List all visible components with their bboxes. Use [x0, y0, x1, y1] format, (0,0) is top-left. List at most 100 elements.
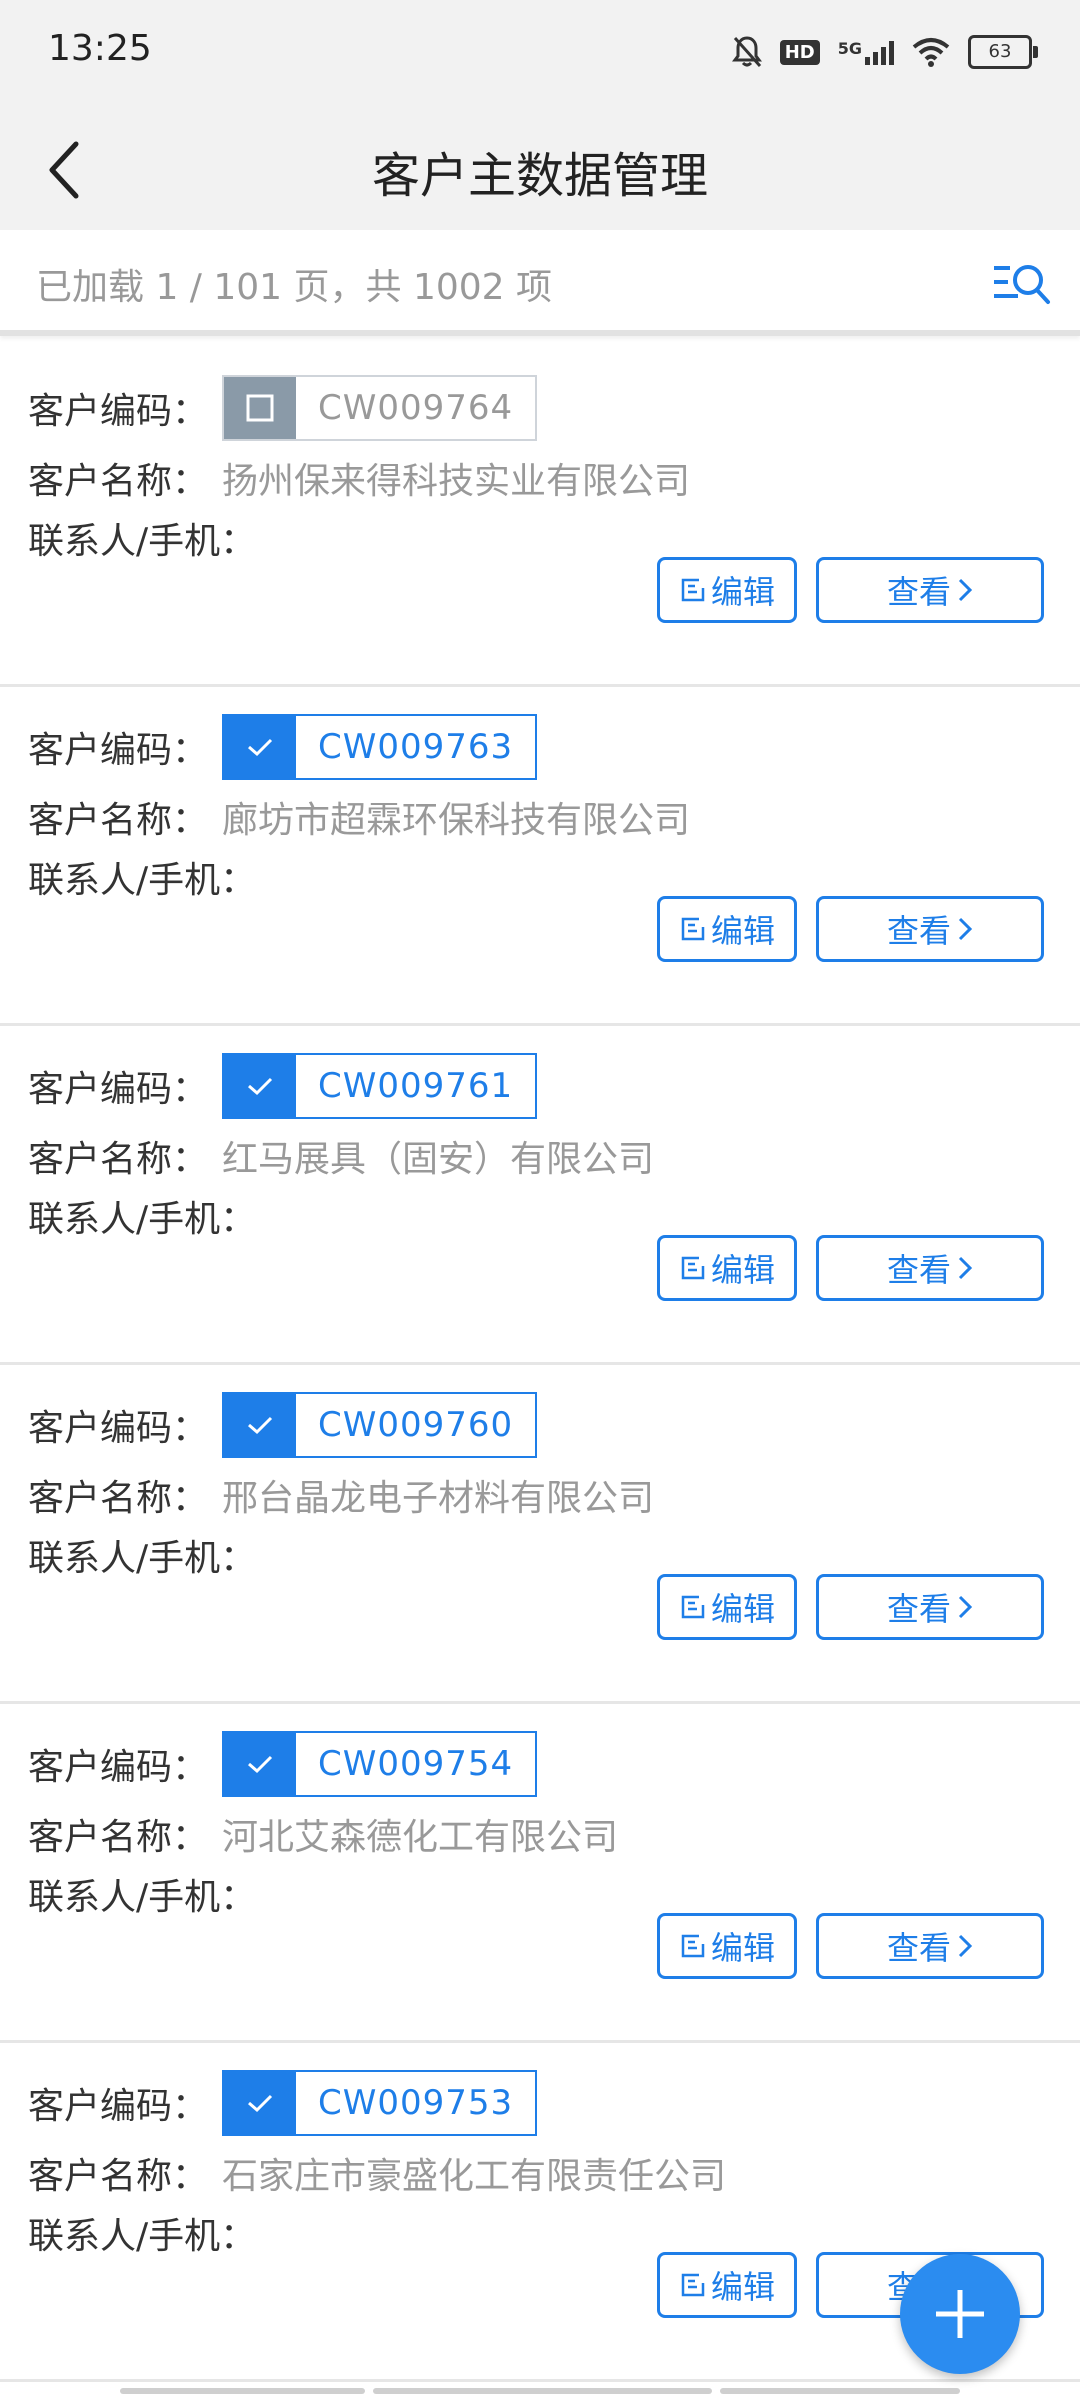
load-status-text: 已加载 1 / 101 页，共 1002 项 [36, 267, 553, 308]
edit-icon [681, 1595, 705, 1619]
customer-code-group[interactable]: CW009764 [222, 375, 538, 441]
customer-name-label: 客户名称： [28, 1817, 209, 1858]
view-button[interactable]: 查看 [816, 1574, 1044, 1640]
filter-search-icon [994, 265, 1050, 304]
customer-name-value: 邢台晶龙电子材料有限公司 [222, 1478, 655, 1519]
view-button-label: 查看 [886, 912, 951, 950]
customer-name-label: 客户名称： [28, 1478, 209, 1519]
chevron-right-icon [958, 1595, 973, 1619]
edit-button[interactable]: 编辑 [657, 1913, 797, 1979]
edit-button-label: 编辑 [710, 1590, 775, 1628]
customer-name-value: 红马展具（固安）有限公司 [222, 1139, 655, 1180]
check-icon [248, 738, 273, 757]
edit-icon [681, 1256, 705, 1280]
customer-code-label: 客户编码： [28, 391, 209, 432]
customer-name-value: 石家庄市豪盛化工有限责任公司 [222, 2156, 727, 2197]
edit-icon [681, 917, 705, 941]
contact-phone-label: 联系人/手机： [28, 860, 257, 901]
edit-button-label: 编辑 [710, 2268, 775, 2306]
customer-code-label: 客户编码： [28, 730, 209, 771]
customer-code-label: 客户编码： [28, 2086, 209, 2127]
edit-button[interactable]: 编辑 [657, 896, 797, 962]
customer-name-label: 客户名称： [28, 2156, 209, 2197]
customer-card: 客户编码： CW009761 客户名称： 红马展具（固安）有限公司 联系人/手机… [0, 1026, 1080, 1365]
chevron-right-icon [958, 917, 973, 941]
empty-checkbox-icon [246, 394, 274, 422]
hd-badge: HD [779, 39, 820, 65]
chevron-right-icon [958, 578, 973, 602]
edit-icon [681, 578, 705, 602]
customer-code-value: CW009753 [318, 2083, 514, 2123]
view-button-label: 查看 [886, 573, 951, 611]
check-icon [248, 1416, 273, 1435]
customer-card: 客户编码： CW009754 客户名称： 河北艾森德化工有限公司 联系人/手机：… [0, 1704, 1080, 2043]
customer-code-label: 客户编码： [28, 1069, 209, 1110]
view-button-label: 查看 [886, 1251, 951, 1289]
select-checkbox[interactable] [224, 377, 296, 439]
edit-button-label: 编辑 [710, 1251, 775, 1289]
signal-icon: 5G [838, 39, 894, 65]
check-icon [248, 1077, 273, 1096]
customer-card: 客户编码： CW009760 客户名称： 邢台晶龙电子材料有限公司 联系人/手机… [0, 1365, 1080, 1704]
battery-icon: 63 [968, 35, 1038, 69]
info-bar: 已加载 1 / 101 页，共 1002 项 [0, 230, 1080, 336]
customer-code-group[interactable]: CW009763 [222, 714, 538, 780]
edit-button[interactable]: 编辑 [657, 1235, 797, 1301]
edit-button[interactable]: 编辑 [657, 557, 797, 623]
wifi-icon [912, 38, 950, 67]
customer-name-value: 扬州保来得科技实业有限公司 [222, 461, 691, 502]
customer-code-label: 客户编码： [28, 1408, 209, 1449]
edit-button-label: 编辑 [710, 573, 775, 611]
check-icon [248, 1755, 273, 1774]
filter-search-button[interactable] [992, 260, 1052, 308]
customer-code-value: CW009763 [318, 727, 514, 767]
edit-button-label: 编辑 [710, 1929, 775, 1967]
check-icon [248, 2094, 273, 2113]
customer-card: 客户编码： CW009764 客户名称： 扬州保来得科技实业有限公司 联系人/手… [0, 348, 1080, 687]
customer-name-label: 客户名称： [28, 461, 209, 502]
select-checkbox[interactable] [224, 716, 296, 778]
customer-name-label: 客户名称： [28, 800, 209, 841]
scroll-indicator [120, 2388, 960, 2394]
view-button-label: 查看 [886, 1929, 951, 1967]
customer-code-group[interactable]: CW009754 [222, 1731, 538, 1797]
select-checkbox[interactable] [224, 1055, 296, 1117]
edit-icon [681, 1934, 705, 1958]
customer-card: 客户编码： CW009763 客户名称： 廊坊市超霖环保科技有限公司 联系人/手… [0, 687, 1080, 1026]
edit-icon [681, 2273, 705, 2297]
customer-code-value: CW009761 [318, 1066, 514, 1106]
contact-phone-label: 联系人/手机： [28, 1199, 257, 1240]
network-label: 5G [837, 39, 862, 58]
customer-code-group[interactable]: CW009761 [222, 1053, 538, 1119]
select-checkbox[interactable] [224, 1394, 296, 1456]
view-button[interactable]: 查看 [816, 557, 1044, 623]
add-customer-fab[interactable] [900, 2254, 1020, 2374]
contact-phone-label: 联系人/手机： [28, 2216, 257, 2257]
select-checkbox[interactable] [224, 2072, 296, 2134]
contact-phone-label: 联系人/手机： [28, 1538, 257, 1579]
contact-phone-label: 联系人/手机： [28, 521, 257, 562]
view-button[interactable]: 查看 [816, 1235, 1044, 1301]
customer-name-value: 河北艾森德化工有限公司 [222, 1817, 619, 1858]
customer-code-value: CW009760 [318, 1405, 514, 1445]
view-button[interactable]: 查看 [816, 896, 1044, 962]
status-bar: 13:25 HD 5G 63 [0, 0, 1080, 100]
customer-code-group[interactable]: CW009760 [222, 1392, 538, 1458]
page-title: 客户主数据管理 [371, 148, 708, 204]
chevron-right-icon [958, 1256, 973, 1280]
chevron-right-icon [958, 1934, 973, 1958]
edit-button[interactable]: 编辑 [657, 1574, 797, 1640]
customer-code-value: CW009764 [318, 388, 514, 428]
select-checkbox[interactable] [224, 1733, 296, 1795]
bell-muted-icon [731, 36, 762, 67]
edit-button-label: 编辑 [710, 912, 775, 950]
plus-icon [936, 2290, 984, 2338]
status-icons: HD 5G 63 [731, 30, 1038, 74]
view-button[interactable]: 查看 [816, 1913, 1044, 1979]
contact-phone-label: 联系人/手机： [28, 1877, 257, 1918]
status-time: 13:25 [48, 28, 152, 69]
customer-name-value: 廊坊市超霖环保科技有限公司 [222, 800, 691, 841]
edit-button[interactable]: 编辑 [657, 2252, 797, 2318]
app-header: 客户主数据管理 [0, 100, 1080, 230]
customer-code-group[interactable]: CW009753 [222, 2070, 538, 2136]
